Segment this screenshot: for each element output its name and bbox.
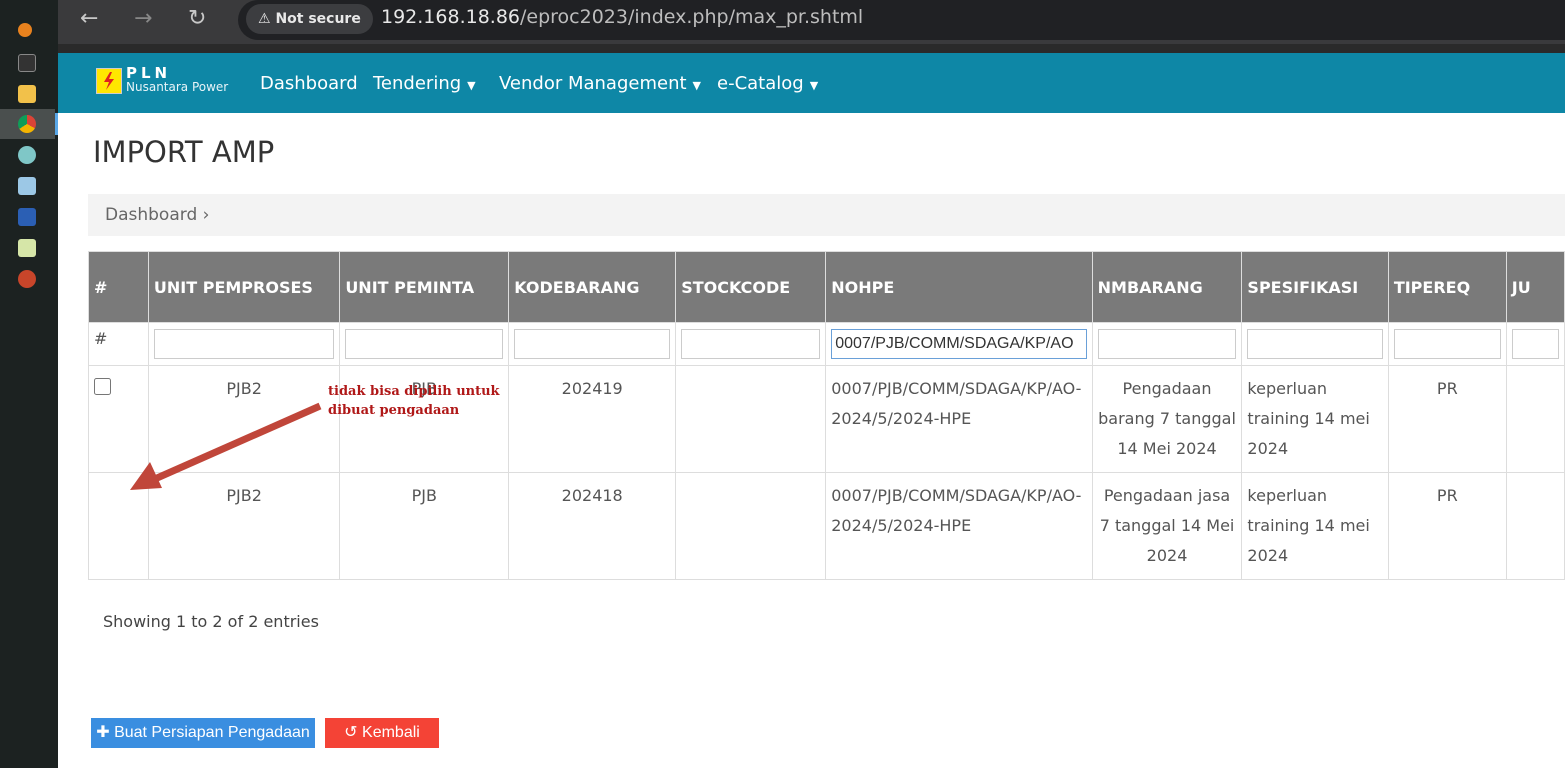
breadcrumb-dashboard[interactable]: Dashboard — [105, 205, 197, 225]
data-table: # UNIT PEMPROSES UNIT PEMINTA KODEBARANG… — [88, 251, 1565, 580]
table-info: Showing 1 to 2 of 2 entries — [103, 612, 319, 631]
notes-icon[interactable] — [18, 239, 36, 257]
history-icon: ↺ — [344, 724, 358, 741]
col-spesifikasi[interactable]: SPESIFIKASI — [1241, 251, 1389, 323]
filter-unit-pemproses[interactable] — [153, 329, 335, 359]
notepad-icon[interactable] — [18, 177, 36, 195]
nav-dashboard[interactable]: Dashboard — [260, 73, 358, 94]
table-row: PJB2 PJB 202419 0007/PJB/COMM/SDAGA/KP/A… — [88, 365, 1565, 473]
navbar: PLN Nusantara Power Dashboard Tendering ▼ … — [58, 53, 1565, 113]
filter-unit-peminta[interactable] — [345, 329, 504, 359]
forward-icon[interactable]: → — [134, 6, 152, 31]
address-bar[interactable]: ⚠ Not secure 192.168.18.86/eproc2023/ind… — [238, 0, 1565, 40]
pln-logo-icon[interactable] — [96, 68, 122, 94]
url-text[interactable]: 192.168.18.86/eproc2023/index.php/max_pr… — [381, 6, 863, 28]
nav-vendor-management[interactable]: Vendor Management ▼ — [499, 73, 701, 94]
folder-icon[interactable] — [18, 85, 36, 103]
col-ju[interactable]: JU — [1505, 251, 1565, 323]
not-secure-label: Not secure — [275, 11, 361, 27]
back-icon[interactable]: ← — [80, 6, 98, 31]
chrome-icon[interactable] — [18, 115, 36, 133]
back-button[interactable]: ↺ Kembali — [325, 718, 439, 748]
filter-nohpe[interactable] — [831, 329, 1087, 359]
logo-text: PLN Nusantara Power — [126, 64, 229, 95]
filter-spesifikasi[interactable] — [1247, 329, 1383, 359]
filter-row: # — [88, 322, 1565, 366]
security-chip[interactable]: ⚠ Not secure — [246, 4, 373, 34]
filter-tipereq[interactable] — [1393, 329, 1501, 359]
col-kodebarang[interactable]: KODEBARANG — [508, 251, 677, 323]
app-icon[interactable] — [18, 146, 36, 164]
browser-toolbar: ← → ↻ ⚠ Not secure 192.168.18.86/eproc20… — [58, 0, 1565, 44]
create-procurement-button[interactable]: ✚ Buat Persiapan Pengadaan — [91, 718, 315, 748]
page-title: IMPORT AMP — [93, 135, 275, 169]
col-nohpe[interactable]: NOHPE — [825, 251, 1093, 323]
filter-ju[interactable] — [1511, 329, 1559, 359]
table-row: PJB2 PJB 202418 0007/PJB/COMM/SDAGA/KP/A… — [88, 472, 1565, 580]
col-stockcode[interactable]: STOCKCODE — [675, 251, 827, 323]
breadcrumb: Dashboard › — [88, 194, 1565, 236]
row-checkbox[interactable] — [94, 378, 111, 395]
annotation-text: tidak bisa dipilih untuk dibuat pengadaa… — [328, 384, 500, 418]
filter-hash: # — [88, 322, 149, 366]
col-unit-pemproses[interactable]: UNIT PEMPROSES — [147, 251, 341, 323]
search-app-icon[interactable] — [18, 23, 32, 37]
col-unit-peminta[interactable]: UNIT PEMINTA — [339, 251, 510, 323]
filter-stockcode[interactable] — [681, 329, 821, 359]
nav-e-catalog[interactable]: e-Catalog ▼ — [717, 73, 818, 94]
nav-tendering[interactable]: Tendering ▼ — [373, 73, 476, 94]
taskbar — [0, 0, 58, 768]
reload-icon[interactable]: ↻ — [188, 6, 206, 31]
col-tipereq[interactable]: TIPEREQ — [1387, 251, 1507, 323]
filter-kodebarang[interactable] — [514, 329, 671, 359]
powerpoint-icon[interactable] — [18, 270, 36, 288]
header-row: # UNIT PEMPROSES UNIT PEMINTA KODEBARANG… — [88, 251, 1565, 323]
col-nmbarang[interactable]: NMBARANG — [1091, 251, 1243, 323]
caret-down-icon: ▼ — [692, 79, 702, 92]
caret-down-icon: ▼ — [809, 79, 819, 92]
col-hash[interactable]: # — [88, 251, 149, 323]
remote-app-icon[interactable] — [18, 54, 36, 72]
plus-icon: ✚ — [96, 724, 110, 741]
filter-nmbarang[interactable] — [1097, 329, 1237, 359]
word-icon[interactable] — [18, 208, 36, 226]
caret-down-icon: ▼ — [467, 79, 476, 92]
